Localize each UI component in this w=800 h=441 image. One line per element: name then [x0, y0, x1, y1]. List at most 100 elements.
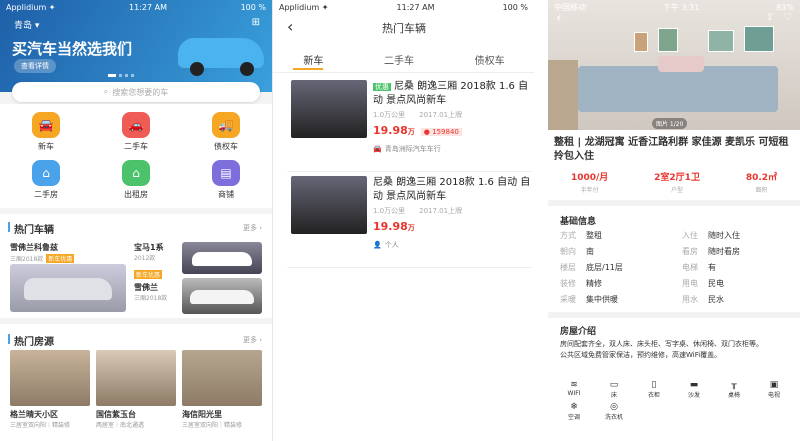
car-name: 雪佛兰科鲁兹 — [10, 243, 58, 252]
person-icon: 👤 — [373, 241, 382, 249]
home-photo — [182, 350, 262, 406]
info-field: 方式 整租 — [560, 230, 602, 241]
info-key: 朝向 — [560, 247, 576, 256]
scan-icon[interactable]: ⊞ — [252, 17, 260, 28]
share-icon[interactable]: ⇪ — [766, 12, 774, 23]
tab-2[interactable]: 债权车 — [475, 52, 505, 67]
room-photo[interactable]: 中国移动 下午 3:31 83% ‹ ⇪ ♡ 图片 1/20 — [548, 0, 800, 130]
used-car-icon: 🚗 — [122, 112, 150, 138]
page-title: 热门车辆 — [382, 22, 426, 35]
home-screen: Applidium ✦ 11:27 AM 100 % 青岛 ▾ ⊞ 买汽车当然选… — [0, 0, 272, 441]
info-key: 楼层 — [560, 263, 576, 272]
home-sub: 三居室双向阳｜精装修 — [182, 422, 243, 429]
category-used-car[interactable]: 🚗 二手车 — [104, 112, 168, 152]
info-key: 采暖 — [560, 295, 576, 304]
info-key: 电梯 — [682, 263, 698, 272]
register-date: 2017.01上牌 — [419, 111, 463, 119]
info-field: 看房 随时看房 — [682, 246, 740, 257]
clock: 11:27 AM — [129, 2, 168, 12]
battery: 100 % — [502, 2, 528, 12]
price-unit: 万 — [407, 128, 415, 136]
stat-value: 1000/月 — [570, 173, 609, 183]
bed-illustration — [578, 66, 778, 112]
amenity-label: 桌椅 — [727, 392, 740, 399]
stat-value: 2室2厅1卫 — [654, 173, 700, 183]
fire-icon: ● — [423, 128, 433, 136]
info-value: 随时入住 — [708, 231, 740, 240]
category-rental-house[interactable]: ⌂ 出租房 — [104, 160, 168, 200]
category-car[interactable]: 🚘 新车 — [14, 112, 78, 152]
side-furniture — [548, 60, 578, 130]
stat-value: 80.2㎡ — [745, 173, 778, 183]
tab-0[interactable]: 新车 — [303, 52, 323, 67]
listing-item[interactable]: 尼桑 朗逸三厢 2018款 1.6 自动 自动 景点风尚新车 1.0万公里 2017… — [273, 176, 534, 268]
info-field: 用电 民电 — [682, 278, 724, 289]
car-year: 2012款 — [134, 255, 156, 262]
category-label: 商铺 — [218, 190, 234, 199]
listing-meta: 1.0万公里 2017.01上牌 — [373, 206, 462, 216]
listing-title: 整租 | 龙湖冠寓 近香江路利群 家佳源 麦凯乐 可短租 拎包入住 — [554, 137, 789, 162]
amenity-0: ≋ WIFI — [556, 380, 592, 397]
more-link[interactable]: 更多 › — [243, 223, 262, 233]
amenity-5: ▣ 电视 — [756, 380, 792, 399]
home-card[interactable]: 海信阳光里 三居室双向阳｜精装修 — [182, 350, 262, 429]
info-value: 底层/11层 — [586, 263, 623, 272]
search-input[interactable]: ⌕ 搜索您想要的车 — [12, 82, 260, 102]
hot-cars-screen: Applidium ✦ 11:27 AM 100 % ‹ 热门车辆 新车 二手车债… — [272, 0, 534, 441]
info-value: 随时看房 — [708, 247, 740, 256]
price-unit: 万 — [407, 224, 415, 232]
car-card-b[interactable]: 宝马1系 2012款 新车优惠 — [134, 242, 182, 281]
category-shop[interactable]: ▤ 商铺 — [194, 160, 258, 200]
car-card-a[interactable]: 雪佛兰科鲁兹 三厢2018款 新车优惠 — [10, 242, 126, 314]
category-label: 新车 — [38, 142, 54, 151]
home-name: 格兰晴天小区 — [10, 410, 58, 419]
home-name: 国信紫玉台 — [96, 410, 136, 419]
listing-title-wrap: 尼桑 朗逸三厢 2018款 1.6 自动 自动 景点风尚新车 — [373, 176, 531, 204]
amenity-label: WIFI — [567, 390, 581, 397]
price-row: 19.98万 — [373, 220, 415, 233]
category-truck[interactable]: 🚚 债权车 — [194, 112, 258, 152]
mileage: 1.0万公里 — [373, 111, 406, 119]
info-field: 朝向 南 — [560, 246, 594, 257]
more-label: 更多 — [242, 336, 257, 344]
info-field: 装修 精修 — [560, 278, 602, 289]
more-link[interactable]: 更多 › — [243, 335, 262, 345]
info-value: 集中供暖 — [586, 295, 618, 304]
listing-meta: 1.0万公里 2017.01上牌 — [373, 110, 462, 120]
city-selector[interactable]: 青岛 ▾ — [14, 18, 39, 31]
category-house[interactable]: ⌂ 二手房 — [14, 160, 78, 200]
back-icon[interactable]: ‹ — [556, 10, 562, 26]
amenity-2: ▯ 衣柜 — [636, 380, 672, 399]
seller: 🚘 青岛洲际汽车车行 — [373, 144, 441, 154]
banner-detail-button[interactable]: 查看详情 — [14, 59, 56, 73]
car-photo — [291, 80, 367, 138]
pillow — [658, 56, 704, 72]
amenity-label: 空调 — [567, 414, 580, 421]
car-photo — [291, 176, 367, 234]
car-photo-c[interactable] — [182, 278, 262, 314]
car-card-c[interactable]: 雪佛兰 三厢2018款 — [134, 282, 182, 302]
tab-bar: 新车 二手车 债权车 — [273, 52, 534, 67]
home-photo — [96, 350, 176, 406]
truck-icon: 🚚 — [212, 112, 240, 138]
ac-icon: ❄ — [570, 402, 578, 412]
listing-item[interactable]: 优惠 尼桑 朗逸三厢 2018款 1.6 自动 景点风尚新车 1.0万公里 2017.… — [273, 80, 534, 172]
info-field: 入住 随时入住 — [682, 230, 740, 241]
stat-label: 半年付 — [580, 187, 599, 194]
banner[interactable]: Applidium ✦ 11:27 AM 100 % 青岛 ▾ ⊞ 买汽车当然选… — [0, 0, 272, 92]
carrier: Applidium — [6, 2, 47, 12]
home-card[interactable]: 格兰晴天小区 三居室双向阳｜精装修 — [10, 350, 90, 429]
info-field: 用水 民水 — [682, 294, 724, 305]
info-key: 用水 — [682, 295, 698, 304]
tab-1[interactable]: 二手车 — [384, 52, 414, 67]
favorite-icon[interactable]: ♡ — [783, 12, 792, 23]
home-card[interactable]: 国信紫玉台 两居室｜南北通透 — [96, 350, 176, 429]
info-value: 南 — [586, 247, 594, 256]
carousel-dots — [108, 74, 134, 77]
info-value: 民水 — [708, 295, 724, 304]
info-value: 整租 — [586, 231, 602, 240]
washer-icon: ◎ — [610, 402, 618, 412]
wall-frame — [634, 32, 648, 52]
info-key: 方式 — [560, 231, 576, 240]
car-photo-b[interactable] — [182, 242, 262, 274]
